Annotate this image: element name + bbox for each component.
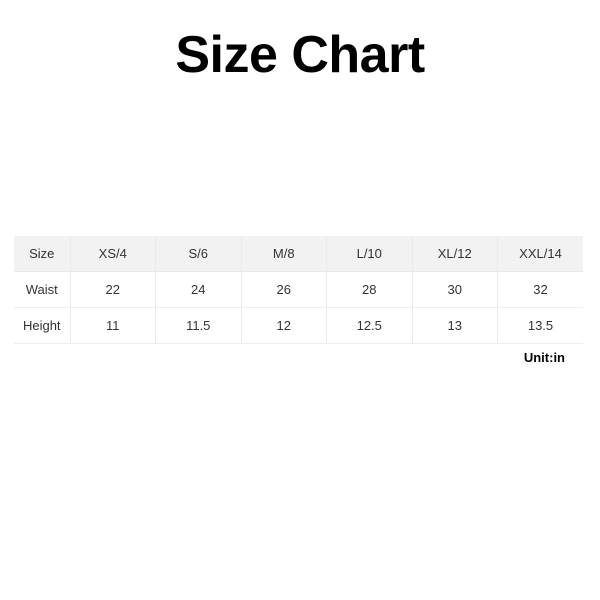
column-header-xl12: XL/12 [412, 236, 498, 272]
column-header-xxl14: XXL/14 [497, 236, 583, 272]
table-row: Waist 22 24 26 28 30 32 [14, 271, 583, 308]
cell-waist-xs4: 22 [70, 271, 156, 308]
cell-waist-l10: 28 [326, 271, 413, 308]
cell-waist-xl12: 30 [412, 271, 498, 308]
table-header-row: Size XS/4 S/6 M/8 L/10 XL/12 XXL/14 [14, 236, 583, 272]
table-row: Height 11 11.5 12 12.5 13 13.5 [14, 307, 583, 344]
cell-waist-s6: 24 [155, 271, 242, 308]
cell-height-xl12: 13 [412, 307, 498, 344]
column-header-l10: L/10 [326, 236, 413, 272]
unit-note: Unit:in [523, 350, 565, 365]
row-label-height: Height [14, 307, 71, 344]
size-table: Size XS/4 S/6 M/8 L/10 XL/12 XXL/14 Wais… [14, 236, 583, 344]
cell-height-l10: 12.5 [326, 307, 413, 344]
column-header-m8: M/8 [241, 236, 327, 272]
cell-height-s6: 11.5 [155, 307, 242, 344]
column-header-xs4: XS/4 [70, 236, 156, 272]
size-table-container: Size XS/4 S/6 M/8 L/10 XL/12 XXL/14 Wais… [14, 236, 583, 344]
cell-waist-m8: 26 [241, 271, 327, 308]
table-header: Size XS/4 S/6 M/8 L/10 XL/12 XXL/14 [14, 236, 583, 272]
row-label-waist: Waist [14, 271, 71, 308]
size-chart-page: Size Chart Size XS/4 S/6 M/8 L/10 XL/12 … [0, 0, 600, 600]
column-header-size: Size [14, 236, 71, 272]
cell-height-xxl14: 13.5 [497, 307, 583, 344]
page-title: Size Chart [175, 26, 425, 84]
cell-height-m8: 12 [241, 307, 327, 344]
table-body: Waist 22 24 26 28 30 32 Height 11 11.5 1… [14, 271, 583, 344]
cell-waist-xxl14: 32 [497, 271, 583, 308]
column-header-s6: S/6 [155, 236, 242, 272]
cell-height-xs4: 11 [70, 307, 156, 344]
